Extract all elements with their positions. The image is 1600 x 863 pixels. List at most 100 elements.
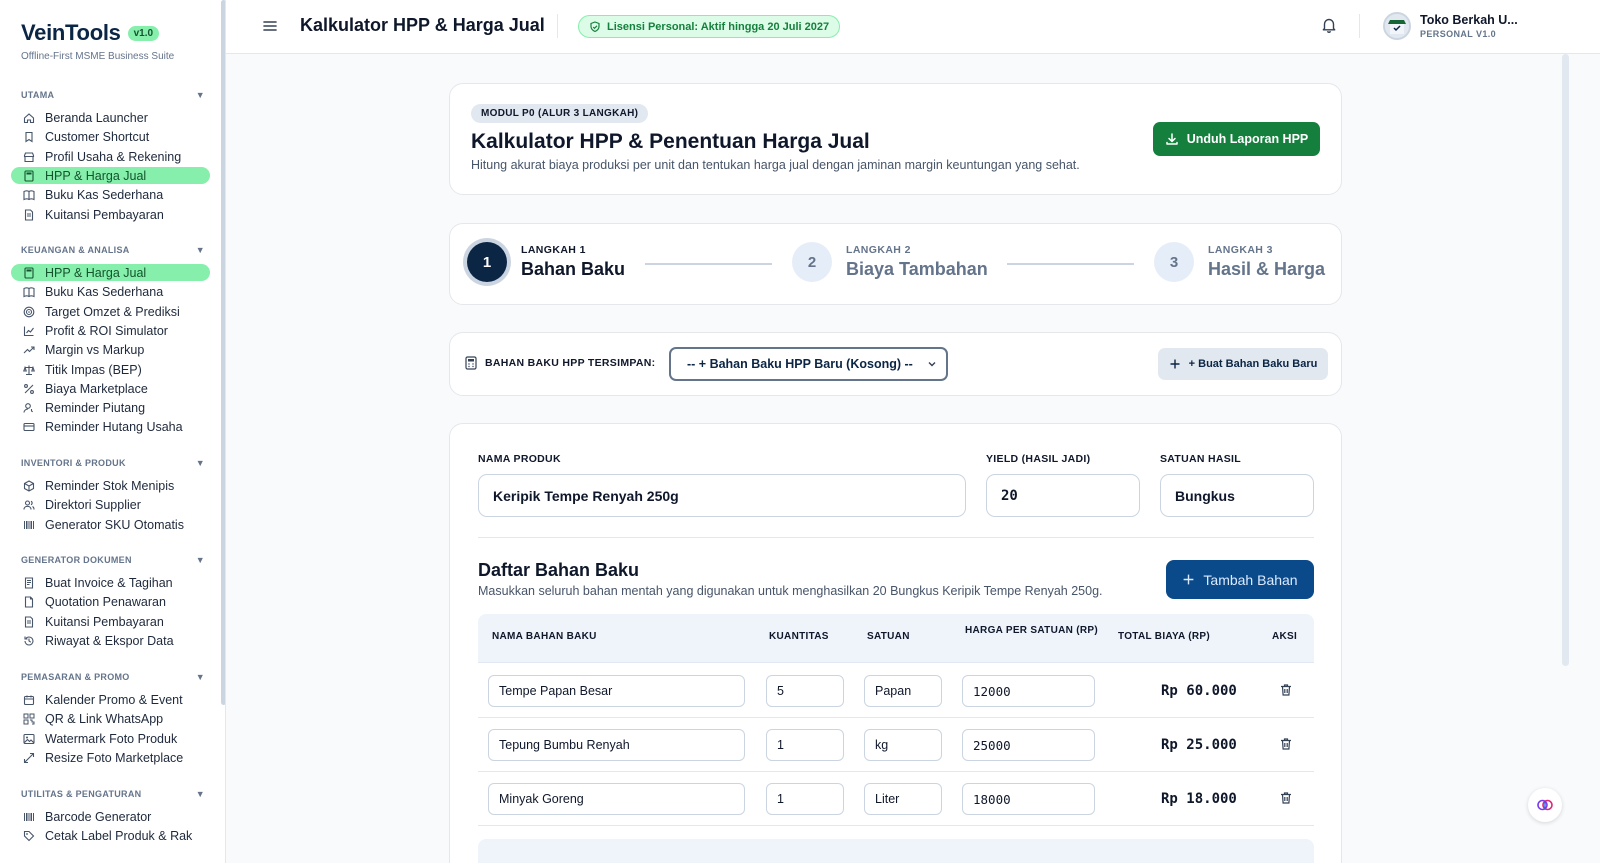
table-row: Tempe Papan Besar 5 Papan 12000 Rp 60.00… xyxy=(478,664,1314,718)
sidebar-section-title[interactable]: KEUANGAN & ANALISA ▼ xyxy=(21,245,205,255)
bell-icon[interactable] xyxy=(1320,16,1338,39)
unit-input[interactable]: Papan xyxy=(864,675,942,707)
module-title: Kalkulator HPP & Penentuan Harga Jual xyxy=(471,130,870,153)
table-row: Minyak Goreng 1 Liter 18000 Rp 18.000 xyxy=(478,772,1314,826)
sidebar-item[interactable]: Cetak Label Produk & Rak xyxy=(11,827,210,844)
sidebar-item[interactable]: Buku Kas Sederhana xyxy=(11,283,210,300)
sidebar-item[interactable]: Watermark Foto Produk xyxy=(11,730,210,747)
sidebar-section-title[interactable]: GENERATOR DOKUMEN ▼ xyxy=(21,555,205,565)
price-input[interactable]: 18000 xyxy=(962,783,1095,815)
sidebar-section-title[interactable]: UTAMA ▼ xyxy=(21,90,205,100)
sidebar-item[interactable]: Kuitansi Pembayaran xyxy=(11,613,210,630)
step-connector xyxy=(1007,263,1134,265)
saved-materials-label-text: BAHAN BAKU HPP TERSIMPAN: xyxy=(485,357,656,369)
user-clock-icon xyxy=(23,402,34,413)
price-input[interactable]: 12000 xyxy=(962,675,1095,707)
new-material-button[interactable]: + Buat Bahan Baku Baru xyxy=(1158,348,1328,380)
tag-icon xyxy=(23,830,35,841)
step-2[interactable]: 2 LANGKAH 2 Biaya Tambahan xyxy=(792,242,988,282)
sidebar-item[interactable]: HPP & Harga Jual xyxy=(11,264,210,281)
step-number: 1 xyxy=(467,242,507,282)
chevron-down-icon[interactable]: ▼ xyxy=(196,555,205,565)
sidebar-item[interactable]: HPP & Harga Jual xyxy=(11,167,210,184)
document-icon xyxy=(24,595,34,608)
material-name-input[interactable]: Minyak Goreng xyxy=(488,783,745,815)
step-3[interactable]: 3 LANGKAH 3 Hasil & Harga xyxy=(1154,242,1325,282)
user-name[interactable]: Toko Berkah U... xyxy=(1420,13,1518,27)
trash-icon[interactable] xyxy=(1279,791,1293,810)
step-label: LANGKAH 1 xyxy=(521,244,586,256)
quantity-input[interactable]: 1 xyxy=(766,783,844,815)
sidebar-item-label: Target Omzet & Prediksi xyxy=(45,304,180,319)
saved-materials-select[interactable]: -- + Bahan Baku HPP Baru (Kosong) -- xyxy=(669,347,948,381)
chevron-down-icon[interactable]: ▼ xyxy=(196,458,205,468)
card-icon xyxy=(23,422,35,431)
unit-input[interactable]: Bungkus xyxy=(1160,474,1314,517)
add-material-button[interactable]: Tambah Bahan xyxy=(1166,560,1314,599)
unit-input[interactable]: Liter xyxy=(864,783,942,815)
sidebar-item-label: Riwayat & Ekspor Data xyxy=(45,633,174,648)
yield-label: YIELD (HASIL JADI) xyxy=(986,453,1091,465)
sidebar-item[interactable]: Profil Usaha & Rekening xyxy=(11,148,210,165)
sidebar-item[interactable]: Target Omzet & Prediksi xyxy=(11,303,210,320)
trash-icon[interactable] xyxy=(1279,683,1293,702)
material-name-input[interactable]: Tepung Bumbu Renyah xyxy=(488,729,745,761)
users-icon xyxy=(23,499,35,510)
sidebar-item[interactable]: Buat Invoice & Tagihan xyxy=(11,574,210,591)
sidebar-item[interactable]: Buku Kas Sederhana xyxy=(11,186,210,203)
avatar[interactable] xyxy=(1383,12,1411,40)
sidebar-item[interactable]: Reminder Hutang Usaha xyxy=(11,418,210,435)
price-input[interactable]: 25000 xyxy=(962,729,1095,761)
sidebar-section-title[interactable]: PEMASARAN & PROMO ▼ xyxy=(21,672,205,682)
sidebar-item[interactable]: Direktori Supplier xyxy=(11,496,210,513)
assistant-icon[interactable] xyxy=(1528,788,1562,822)
chevron-down-icon[interactable]: ▼ xyxy=(196,245,205,255)
sidebar-section-title[interactable]: INVENTORI & PRODUK ▼ xyxy=(21,458,205,468)
sidebar-item[interactable]: Quotation Penawaran xyxy=(11,593,210,610)
sidebar-item[interactable]: QR & Link WhatsApp xyxy=(11,710,210,727)
sidebar-item[interactable]: Kuitansi Pembayaran xyxy=(11,206,210,223)
chevron-down-icon[interactable]: ▼ xyxy=(196,789,205,799)
sidebar-item[interactable]: Reminder Stok Menipis xyxy=(11,477,210,494)
step-label: LANGKAH 2 xyxy=(846,244,911,256)
yield-input[interactable]: 20 xyxy=(986,474,1140,517)
menu-icon[interactable] xyxy=(262,18,278,39)
sidebar-item[interactable]: Reminder Piutang xyxy=(11,399,210,416)
chevron-down-icon[interactable]: ▼ xyxy=(196,90,205,100)
license-badge: Lisensi Personal: Aktif hingga 20 Juli 2… xyxy=(578,15,841,38)
trash-icon[interactable] xyxy=(1279,737,1293,756)
step-1[interactable]: 1 LANGKAH 1 Bahan Baku xyxy=(467,242,625,282)
add-material-label: Tambah Bahan xyxy=(1203,571,1298,588)
sidebar-item[interactable]: Kalender Promo & Event xyxy=(11,691,210,708)
sidebar-item[interactable]: Generator SKU Otomatis xyxy=(11,516,210,533)
quantity-input[interactable]: 1 xyxy=(766,729,844,761)
column-header: HARGA PER SATUAN (RP) xyxy=(965,625,1098,636)
quantity-input[interactable]: 5 xyxy=(766,675,844,707)
sidebar-item-label: Kuitansi Pembayaran xyxy=(45,614,164,629)
materials-title: Daftar Bahan Baku xyxy=(478,560,640,580)
sidebar-scrollbar[interactable] xyxy=(221,0,225,705)
unit-input[interactable]: kg xyxy=(864,729,942,761)
store-icon xyxy=(23,151,35,162)
sidebar-item[interactable]: Profit & ROI Simulator xyxy=(11,322,210,339)
sidebar-item[interactable]: Customer Shortcut xyxy=(11,128,210,145)
sidebar-item[interactable]: Biaya Marketplace xyxy=(11,380,210,397)
sidebar-item[interactable]: Titik Impas (BEP) xyxy=(11,361,210,378)
module-tag: MODUL P0 (ALUR 3 LANGKAH) xyxy=(471,104,649,123)
sidebar-item[interactable]: Resize Foto Marketplace xyxy=(11,749,210,766)
main-scrollbar[interactable] xyxy=(1562,54,1569,666)
calculator-icon xyxy=(24,169,34,182)
chevron-down-icon[interactable]: ▼ xyxy=(196,672,205,682)
step-name: Bahan Baku xyxy=(521,259,626,279)
sidebar-item-label: Reminder Stok Menipis xyxy=(45,478,175,493)
material-name-input[interactable]: Tempe Papan Besar xyxy=(488,675,745,707)
sidebar-item[interactable]: Beranda Launcher xyxy=(11,109,210,126)
sidebar-item[interactable]: Margin vs Markup xyxy=(11,341,210,358)
column-header: AKSI xyxy=(1272,631,1298,642)
calculator-icon xyxy=(465,356,477,370)
product-name-input[interactable]: Keripik Tempe Renyah 250g xyxy=(478,474,966,517)
sidebar-section-title[interactable]: UTILITAS & PENGATURAN ▼ xyxy=(21,789,205,799)
sidebar-item[interactable]: Barcode Generator xyxy=(11,808,210,825)
sidebar-item[interactable]: Riwayat & Ekspor Data xyxy=(11,632,210,649)
download-report-button[interactable]: Unduh Laporan HPP xyxy=(1153,122,1320,156)
